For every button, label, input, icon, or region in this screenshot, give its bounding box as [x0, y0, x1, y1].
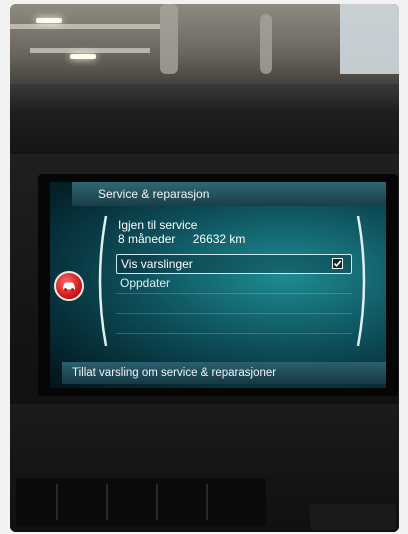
ceiling-beam [30, 48, 150, 53]
ceiling-light [36, 18, 62, 23]
menu-item-vis-varslinger[interactable]: Vis varslinger [116, 254, 352, 274]
service-remaining-values: 8 måneder 26632 km [118, 232, 348, 246]
menu-list: Vis varslinger Oppdater [116, 254, 352, 334]
garage-window [340, 4, 399, 74]
menu-item-label: Oppdater [120, 276, 171, 290]
ceiling-pipe [160, 4, 178, 74]
vent-slat [156, 484, 158, 520]
menu-item-oppdater[interactable]: Oppdater [116, 274, 352, 294]
menu-item-empty [116, 314, 352, 334]
service-km: 26632 km [192, 232, 246, 246]
ceiling-pipe [260, 14, 272, 74]
ceiling-light [70, 54, 96, 59]
ceiling-beam [10, 24, 160, 29]
right-bracket [356, 216, 366, 346]
service-remaining-label: Igjen til service [118, 218, 198, 232]
vent-slat [56, 484, 58, 520]
garage-ceiling [10, 4, 399, 92]
left-bracket [98, 216, 108, 346]
car-icon [54, 271, 84, 301]
menu-item-label: Vis varslinger [121, 257, 193, 271]
menu-item-empty [116, 294, 352, 314]
dashboard-top [10, 84, 399, 154]
infotainment-screen: Service & reparasjon Igjen til service 8… [50, 182, 386, 388]
vent-control [310, 504, 396, 530]
vent-slat [206, 484, 208, 520]
screen-header: Service & reparasjon [72, 182, 386, 206]
service-info: Igjen til service 8 måneder 26632 km [118, 218, 348, 246]
checkmark-icon[interactable] [332, 258, 343, 269]
photo-frame: Service & reparasjon Igjen til service 8… [10, 4, 399, 532]
service-months: 8 måneder [118, 232, 176, 246]
air-vent [16, 478, 266, 526]
help-footer: Tillat varsling om service & reparasjone… [62, 362, 386, 384]
vent-slat [106, 484, 108, 520]
